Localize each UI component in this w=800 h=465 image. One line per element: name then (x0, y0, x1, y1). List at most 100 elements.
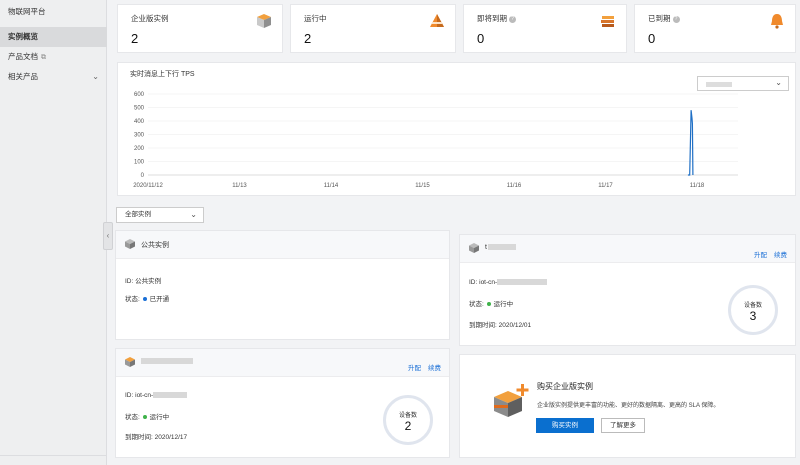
sidebar-collapse-handle[interactable]: ‹ (103, 222, 113, 250)
sidebar-footer (0, 455, 107, 465)
device-count-label: 设备数 (398, 413, 417, 419)
promo-title: 购买企业版实例 (537, 382, 593, 391)
status-label: 状态: (469, 301, 484, 308)
series-line (687, 110, 694, 176)
enterprise-instance-card[interactable]: 升配 续费 ID: iot-cn- 状态: 运行中 到期时间: 2020/12/1… (115, 348, 450, 458)
card-header: 公共实例 (116, 231, 449, 259)
upgrade-link[interactable]: 升配 (408, 365, 421, 372)
y-tick-label: 300 (134, 133, 145, 139)
orange-box-icon (125, 357, 135, 367)
enterprise-box-plus-icon (494, 384, 529, 417)
stat-card-expiring: 即将到期? 0 (463, 4, 627, 53)
stat-value: 0 (648, 31, 656, 46)
upgrade-link[interactable]: 升配 (754, 252, 767, 259)
buy-enterprise-promo-card: 购买企业版实例 企业版实例提供更丰富的功能、更好的数据隔离、更高的 SLA 保障… (459, 354, 796, 458)
instance-name-prefix: t (485, 244, 487, 251)
x-tick-label: 11/18 (690, 183, 705, 189)
books-stack-icon (601, 16, 614, 27)
blurred-name (141, 358, 193, 365)
renew-link[interactable]: 续费 (428, 365, 441, 372)
public-instance-card[interactable]: 公共实例 ID: 公共实例 状态: 已开通 (115, 230, 450, 340)
filter-label: 全部实例 (125, 211, 151, 218)
id-label: ID: (125, 278, 134, 285)
device-count-ring: 设备数 2 (383, 395, 433, 445)
sidebar-item-label: 实例概览 (8, 32, 38, 41)
blurred-id (153, 392, 188, 399)
id-label: ID: (469, 279, 478, 286)
device-count-value: 3 (749, 309, 757, 323)
box-stack-icon (257, 14, 271, 28)
sidebar-title: 物联网平台 (8, 7, 46, 16)
device-count-label: 设备数 (743, 303, 762, 309)
stat-label: 企业版实例 (131, 14, 169, 23)
box-icon (469, 243, 479, 253)
status-label: 状态: (125, 414, 140, 421)
status-value: 运行中 (493, 301, 514, 308)
tps-chart-card: 实时消息上下行 TPS ⌄ 600 500 400 300 200 100 0 2020/11… (117, 62, 796, 196)
x-tick-label: 11/13 (232, 183, 247, 189)
sidebar-item-label: 产品文档 (8, 52, 38, 61)
id-label: ID: (125, 392, 134, 399)
x-tick-label: 11/15 (415, 183, 430, 189)
y-tick-label: 600 (134, 92, 145, 98)
instance-name (141, 358, 193, 365)
device-count-ring: 设备数 3 (728, 285, 778, 335)
x-tick-label: 11/17 (598, 183, 613, 189)
expire-label: 到期时间: (125, 434, 153, 441)
y-tick-label: 500 (134, 106, 145, 112)
help-icon[interactable]: ? (509, 15, 516, 23)
sidebar-item-label: 相关产品 (8, 72, 38, 81)
stat-value: 0 (477, 31, 485, 46)
buy-instance-button[interactable]: 购买实例 (536, 418, 594, 433)
sidebar-item-instance-overview[interactable]: 实例概览 (0, 27, 107, 47)
box-icon (125, 239, 135, 249)
stat-label: 运行中 (304, 14, 327, 23)
learn-more-button[interactable]: 了解更多 (601, 418, 645, 433)
expire-date: 2020/12/01 (498, 322, 532, 329)
sidebar: 物联网平台 实例概览 产品文档 ⧉ 相关产品 ⌄ (0, 0, 107, 465)
status-dot (142, 297, 147, 302)
enterprise-instance-card[interactable]: t 升配 续费 ID: iot-cn- 状态: 运行中 到期时间: 2020/12… (459, 234, 796, 346)
promo-description: 企业版实例提供更丰富的功能、更好的数据隔离、更高的 SLA 保障。 (537, 403, 720, 409)
status-value: 运行中 (149, 414, 170, 421)
status-value: 已开通 (149, 296, 170, 303)
y-tick-label: 400 (134, 119, 145, 125)
expire-label: 到期时间: (469, 322, 497, 329)
x-tick-label: 11/16 (507, 183, 522, 189)
instance-name: t (485, 244, 516, 251)
status-dot (486, 302, 491, 307)
stat-value: 2 (304, 31, 312, 46)
blurred-id (497, 279, 548, 286)
stat-label: 即将到期 (477, 14, 507, 23)
instance-filter-select[interactable]: 全部实例 ⌄ (116, 207, 204, 223)
external-link-icon: ⧉ (41, 54, 46, 61)
card-header: 升配 续费 (116, 349, 449, 377)
sidebar-item-product-docs[interactable]: 产品文档 ⧉ (0, 47, 107, 67)
status-dot (142, 415, 147, 420)
chevron-down-icon: ⌄ (92, 72, 99, 81)
y-tick-label: 0 (141, 173, 145, 179)
device-count-value: 2 (404, 419, 412, 433)
instance-id: iot-cn- (135, 392, 154, 399)
y-tick-label: 200 (134, 146, 145, 152)
x-tick-label: 2020/11/12 (133, 183, 163, 189)
expire-date: 2020/12/17 (154, 434, 188, 441)
stat-label: 已到期 (648, 14, 671, 23)
instance-id: iot-cn- (479, 279, 498, 286)
renew-link[interactable]: 续费 (774, 252, 787, 259)
stat-value: 2 (131, 31, 139, 46)
sidebar-item-related-products[interactable]: 相关产品 ⌄ (0, 67, 107, 87)
stat-card-running: 运行中 2 (290, 4, 456, 53)
stat-card-enterprise: 企业版实例 2 (117, 4, 283, 53)
status-label: 状态: (125, 296, 140, 303)
x-tick-label: 11/14 (324, 183, 339, 189)
y-tick-label: 100 (134, 160, 145, 166)
chevron-down-icon: ⌄ (190, 210, 197, 219)
stat-card-expired: 已到期? 0 (634, 4, 796, 53)
orange-pyramid-icon (430, 14, 444, 27)
instance-id: 公共实例 (135, 278, 162, 285)
instance-name: 公共实例 (141, 242, 169, 249)
help-icon[interactable]: ? (672, 15, 680, 23)
blurred-name (487, 244, 516, 251)
card-header: t 升配 续费 (460, 235, 795, 263)
